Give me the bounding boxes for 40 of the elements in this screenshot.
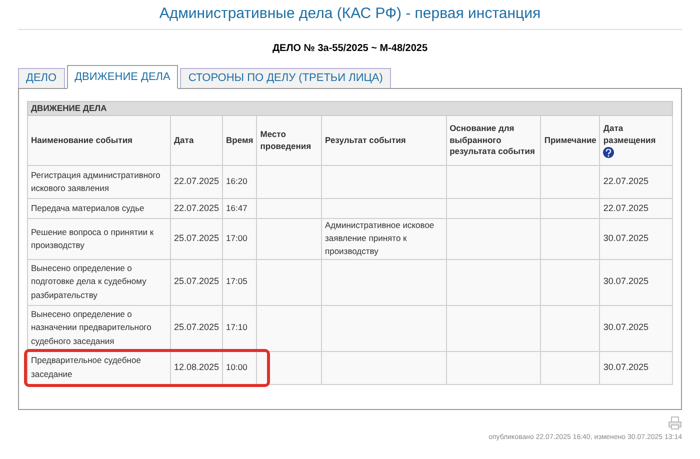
table-cell: 17:10 bbox=[226, 322, 248, 332]
tab[interactable]: ДВИЖЕНИЕ ДЕЛА bbox=[66, 65, 178, 89]
case-number: ДЕЛО № 3а-55/2025 ~ М-48/2025 bbox=[272, 42, 428, 56]
table-cell: 25.07.2025 bbox=[174, 322, 220, 332]
column-header: Дата bbox=[170, 116, 223, 166]
table-cell: 10:00 bbox=[226, 362, 248, 372]
table-title: ДВИЖЕНИЕ ДЕЛА bbox=[28, 102, 672, 116]
table-cell: 22.07.2025 bbox=[174, 176, 220, 186]
table-cell: 30.07.2025 bbox=[603, 232, 648, 243]
table-cell: Решение вопроса о принятии к производству bbox=[31, 226, 154, 250]
column-header: Результат события bbox=[322, 116, 446, 166]
column-header: Дата размещения bbox=[600, 116, 672, 166]
table-cell: 22.07.2025 bbox=[603, 176, 648, 186]
table-cell: 17:05 bbox=[226, 276, 248, 286]
table-cell: Вынесено определение о подготовке дела к судебному разбирательству bbox=[31, 263, 146, 300]
table-cell: Административное исковое заявление принято к производству bbox=[325, 220, 434, 256]
table-cell: 12.08.2025 bbox=[174, 362, 220, 372]
table-cell: 22.07.2025 bbox=[174, 202, 220, 213]
column-header: Время bbox=[222, 116, 257, 166]
tab[interactable]: СТОРОНЫ ПО ДЕЛУ (ТРЕТЬИ ЛИЦА) bbox=[180, 68, 391, 88]
table-cell: Вынесено определение о назначении предварительного судебного заседания bbox=[31, 309, 152, 346]
table-cell: 25.07.2025 bbox=[174, 276, 220, 286]
table-cell: 30.07.2025 bbox=[603, 276, 648, 286]
page-title: Административные дела (КАС РФ) - первая инстанция bbox=[159, 4, 541, 24]
column-header: Основание для выбранного результата события bbox=[446, 116, 541, 166]
table-cell: 16:20 bbox=[226, 176, 248, 186]
table-cell: 16:47 bbox=[226, 202, 248, 213]
table-cell: Предварительное судебное заседание bbox=[31, 355, 141, 379]
help-icon[interactable] bbox=[603, 147, 614, 158]
table-cell: 30.07.2025 bbox=[603, 322, 648, 332]
table-cell: 30.07.2025 bbox=[603, 362, 648, 372]
table-cell: 17:00 bbox=[226, 233, 248, 244]
column-header: Наименование события bbox=[28, 116, 170, 166]
table-cell: 22.07.2025 bbox=[603, 202, 648, 213]
column-header: Примечание bbox=[540, 116, 600, 166]
tab[interactable]: ДЕЛО bbox=[18, 68, 65, 88]
table-cell: 25.07.2025 bbox=[174, 232, 220, 243]
column-header: Место проведения bbox=[256, 116, 322, 166]
table-cell: Регистрация административного искового заявления bbox=[31, 170, 160, 193]
table-cell: Передача материалов судье bbox=[31, 202, 144, 213]
